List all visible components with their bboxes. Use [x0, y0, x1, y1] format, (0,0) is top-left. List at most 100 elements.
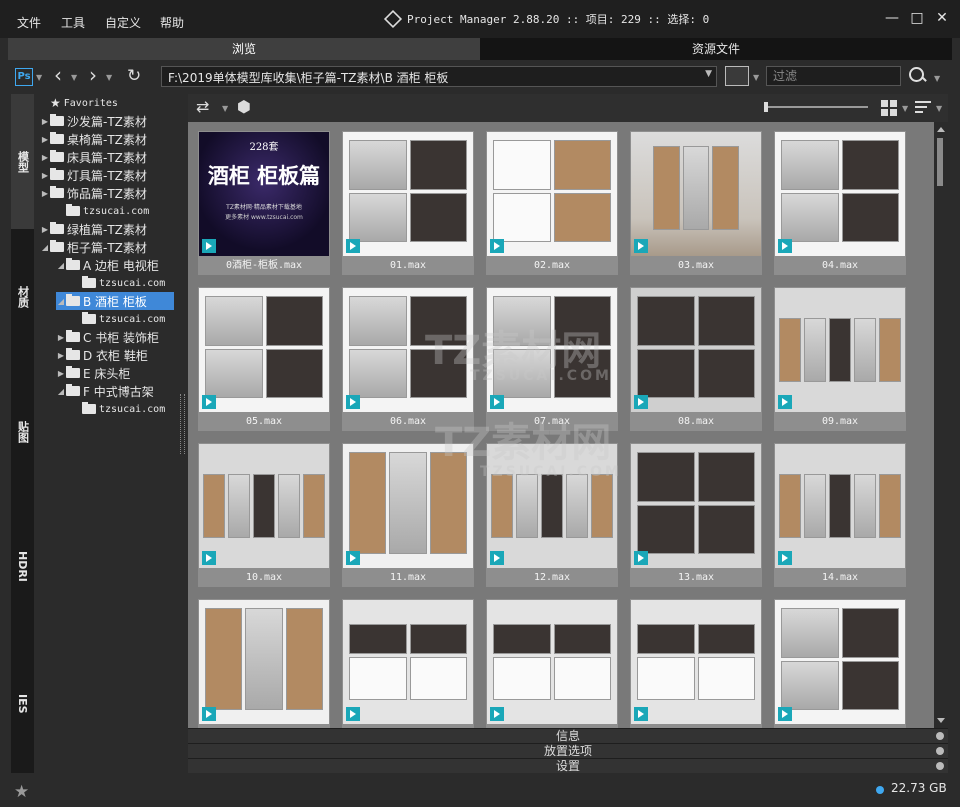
photoshop-icon[interactable]: Ps: [15, 68, 33, 86]
tree-item[interactable]: tzsucai.com: [72, 274, 165, 292]
tree-item[interactable]: ▶ 沙发篇-TZ素材: [40, 112, 147, 130]
grid-scrollbar[interactable]: [934, 122, 948, 728]
asset-card[interactable]: 228套 酒柜 柜板篇 TZ素材网·精品素材下载基地 更多素材 www.tzsucai…: [198, 131, 330, 275]
asset-card[interactable]: 13.max: [630, 443, 762, 587]
menu-help[interactable]: 帮助: [160, 14, 184, 31]
tree-item[interactable]: ▶ C 书柜 装饰柜: [56, 328, 159, 346]
tab-resource-files[interactable]: 资源文件: [480, 38, 952, 60]
asset-card[interactable]: 15.max: [198, 599, 330, 728]
tab-browse[interactable]: 浏览: [8, 38, 480, 60]
panel-splitter[interactable]: [177, 94, 187, 773]
tree-item[interactable]: ◢ 柜子篇-TZ素材: [40, 238, 147, 256]
path-dropdown-icon[interactable]: ▼: [705, 69, 712, 79]
search-dropdown-icon[interactable]: ▼: [934, 74, 940, 83]
tree-item[interactable]: ▶ 灯具篇-TZ素材: [40, 166, 147, 184]
tree-item[interactable]: ▶ 绿植篇-TZ素材: [40, 220, 147, 238]
asset-card[interactable]: 17.max: [486, 599, 618, 728]
thumbnail-grid[interactable]: 228套 酒柜 柜板篇 TZ素材网·精品素材下载基地 更多素材 www.tzsucai…: [188, 122, 934, 728]
maximize-button[interactable]: □: [907, 8, 927, 28]
asset-card[interactable]: 01.max: [342, 131, 474, 275]
expand-arrow-icon[interactable]: ◢: [56, 261, 66, 270]
close-button[interactable]: ✕: [932, 8, 952, 28]
asset-card[interactable]: 12.max: [486, 443, 618, 587]
asset-card[interactable]: 11.max: [342, 443, 474, 587]
tree-item[interactable]: ▶ 饰品篇-TZ素材: [40, 184, 147, 202]
expand-icon[interactable]: [936, 747, 944, 755]
package-icon[interactable]: ⬢: [237, 97, 251, 117]
menu-tools[interactable]: 工具: [61, 14, 85, 31]
asset-card[interactable]: 06.max: [342, 287, 474, 431]
path-field[interactable]: F:\2019单体模型库收集\柜子篇-TZ素材\B 酒柜 柜板 ▼: [161, 66, 717, 87]
menu-customize[interactable]: 自定义: [105, 14, 141, 31]
scroll-down-icon[interactable]: [937, 718, 945, 723]
expand-arrow-icon[interactable]: ▶: [40, 117, 50, 126]
asset-card[interactable]: 05.max: [198, 287, 330, 431]
asset-card[interactable]: 18.max: [630, 599, 762, 728]
panel-placement-options[interactable]: 放置选项: [188, 743, 948, 758]
back-dropdown-icon[interactable]: ▼: [71, 73, 77, 82]
tree-item[interactable]: ▶ 床具篇-TZ素材: [40, 148, 147, 166]
preview-mode-icon[interactable]: [725, 66, 749, 86]
sort-dropdown-icon[interactable]: ▼: [936, 104, 942, 113]
filter-field[interactable]: [766, 66, 901, 86]
expand-icon[interactable]: [936, 762, 944, 770]
expand-arrow-icon[interactable]: ▶: [56, 369, 66, 378]
refresh-icon[interactable]: ↻: [127, 66, 141, 86]
sort-icon[interactable]: [915, 101, 931, 115]
filter-input[interactable]: [773, 69, 894, 83]
tree-item[interactable]: ▶ 桌椅篇-TZ素材: [40, 130, 147, 148]
asset-card[interactable]: 04.max: [774, 131, 906, 275]
tree-item[interactable]: ◢ B 酒柜 柜板: [56, 292, 174, 310]
menu-file[interactable]: 文件: [17, 14, 41, 31]
grid-view-dropdown-icon[interactable]: ▼: [902, 104, 908, 113]
asset-card[interactable]: 07.max: [486, 287, 618, 431]
asset-card[interactable]: 14.max: [774, 443, 906, 587]
expand-arrow-icon[interactable]: ▶: [56, 351, 66, 360]
search-icon[interactable]: [908, 66, 928, 86]
expand-arrow-icon[interactable]: ▶: [40, 135, 50, 144]
favorite-star-icon[interactable]: ★: [14, 782, 29, 802]
tree-item[interactable]: ▶ D 衣柜 鞋柜: [56, 346, 148, 364]
sync-dropdown-icon[interactable]: ▼: [222, 104, 228, 113]
side-tab-textures[interactable]: 贴图: [11, 364, 34, 499]
side-tab-models[interactable]: 模型: [11, 94, 34, 229]
tree-item[interactable]: tzsucai.com: [72, 400, 165, 418]
side-tab-hdri[interactable]: HDRI: [11, 499, 34, 634]
expand-arrow-icon[interactable]: ▶: [40, 189, 50, 198]
expand-arrow-icon[interactable]: ◢: [40, 243, 50, 252]
forward-icon[interactable]: ›: [89, 65, 97, 85]
asset-card[interactable]: 09.max: [774, 287, 906, 431]
tree-item[interactable]: ★ Favorites: [40, 94, 118, 112]
tree-item[interactable]: ◢ F 中式博古架: [56, 382, 154, 400]
scroll-thumb[interactable]: [937, 138, 943, 186]
expand-arrow-icon[interactable]: ◢: [56, 297, 66, 306]
asset-card[interactable]: 10.max: [198, 443, 330, 587]
expand-arrow-icon[interactable]: ◢: [56, 387, 66, 396]
tree-item[interactable]: ◢ A 边柜 电视柜: [56, 256, 159, 274]
minimize-button[interactable]: —: [882, 8, 902, 28]
asset-card[interactable]: 03.max: [630, 131, 762, 275]
panel-settings[interactable]: 设置: [188, 758, 948, 773]
forward-dropdown-icon[interactable]: ▼: [106, 73, 112, 82]
expand-arrow-icon[interactable]: ▶: [56, 333, 66, 342]
asset-card[interactable]: 08.max: [630, 287, 762, 431]
ps-dropdown-icon[interactable]: ▼: [36, 73, 42, 82]
scroll-up-icon[interactable]: [937, 127, 945, 132]
asset-card[interactable]: 19.max: [774, 599, 906, 728]
side-tab-materials[interactable]: 材质: [11, 229, 34, 364]
expand-arrow-icon[interactable]: ▶: [40, 153, 50, 162]
tree-item[interactable]: tzsucai.com: [72, 310, 165, 328]
panel-info[interactable]: 信息: [188, 728, 948, 743]
grid-view-icon[interactable]: [881, 100, 897, 116]
thumbnail-size-slider[interactable]: [764, 102, 868, 112]
tree-item[interactable]: ▶ E 床头柜: [56, 364, 130, 382]
tree-item[interactable]: tzsucai.com: [56, 202, 149, 220]
back-icon[interactable]: ‹: [54, 65, 62, 85]
asset-card[interactable]: 16.max: [342, 599, 474, 728]
asset-card[interactable]: 02.max: [486, 131, 618, 275]
side-tab-ies[interactable]: IES: [11, 634, 34, 773]
expand-icon[interactable]: [936, 732, 944, 740]
slider-handle[interactable]: [764, 102, 768, 112]
expand-arrow-icon[interactable]: ▶: [40, 171, 50, 180]
expand-arrow-icon[interactable]: ▶: [40, 225, 50, 234]
